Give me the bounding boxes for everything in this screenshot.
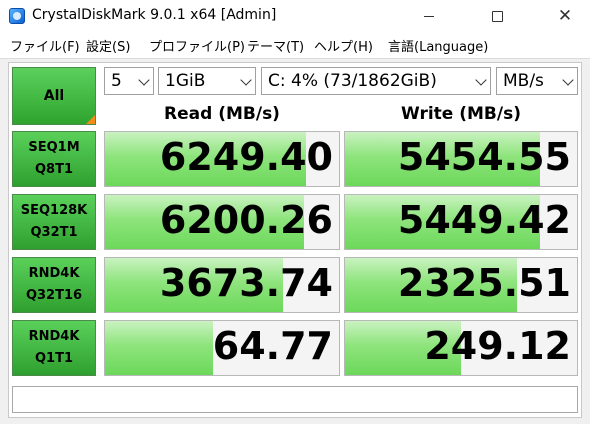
- read-result-cell: 64.77: [104, 320, 340, 376]
- read-value: 64.77: [212, 324, 333, 368]
- minimize-button[interactable]: [406, 0, 452, 32]
- read-value: 6200.26: [159, 198, 333, 242]
- chevron-down-icon: [475, 74, 487, 86]
- menu-help[interactable]: ヘルプ(H): [314, 36, 373, 55]
- menu-language[interactable]: 言語(Language): [388, 36, 488, 55]
- write-value: 249.12: [424, 324, 571, 368]
- test-size-value: 1GiB: [165, 71, 206, 91]
- drive-value: C: 4% (73/1862GiB): [268, 71, 437, 91]
- test-queue: Q32T16: [25, 288, 83, 303]
- comment-input[interactable]: [12, 386, 578, 413]
- menu-settings[interactable]: 設定(S): [86, 36, 130, 55]
- read-result-cell: 6200.26: [104, 194, 340, 250]
- menu-profile[interactable]: プロファイル(P): [149, 36, 245, 55]
- test-name: SEQ128K: [20, 203, 88, 218]
- test-count-value: 5: [111, 71, 122, 91]
- test-size-select[interactable]: 1GiB: [158, 67, 256, 95]
- corner-marker: [86, 115, 95, 124]
- read-value: 3673.74: [159, 261, 333, 305]
- write-value: 2325.51: [397, 261, 571, 305]
- test-name: SEQ1M: [28, 140, 80, 155]
- all-button[interactable]: All: [12, 67, 96, 125]
- read-value: 6249.40: [159, 135, 333, 179]
- test-button-seq1m-q8t1[interactable]: SEQ1M Q8T1: [12, 131, 96, 187]
- app-icon: [9, 8, 25, 24]
- unit-select[interactable]: MB/s: [496, 67, 578, 95]
- write-result-cell: 2325.51: [344, 257, 578, 313]
- write-value: 5454.55: [397, 135, 571, 179]
- read-result-cell: 3673.74: [104, 257, 340, 313]
- close-button[interactable]: ✕: [542, 0, 588, 32]
- maximize-button[interactable]: [474, 0, 520, 32]
- write-value: 5449.42: [397, 198, 571, 242]
- write-result-cell: 5449.42: [344, 194, 578, 250]
- write-result-cell: 249.12: [344, 320, 578, 376]
- read-result-cell: 6249.40: [104, 131, 340, 187]
- all-button-label: All: [43, 88, 65, 104]
- test-button-rnd4k-q32t16[interactable]: RND4K Q32T16: [12, 257, 96, 313]
- read-header: Read (MB/s): [164, 104, 280, 124]
- test-button-seq128k-q32t1[interactable]: SEQ128K Q32T1: [12, 194, 96, 250]
- menu-theme[interactable]: テーマ(T): [247, 36, 304, 55]
- test-button-rnd4k-q1t1[interactable]: RND4K Q1T1: [12, 320, 96, 376]
- test-name: RND4K: [28, 266, 80, 281]
- test-queue: Q32T1: [30, 225, 78, 240]
- write-result-cell: 5454.55: [344, 131, 578, 187]
- chevron-down-icon: [240, 74, 252, 86]
- chevron-down-icon: [138, 74, 150, 86]
- write-header: Write (MB/s): [401, 104, 521, 124]
- unit-value: MB/s: [503, 71, 544, 91]
- test-queue: Q8T1: [34, 162, 73, 177]
- drive-select[interactable]: C: 4% (73/1862GiB): [261, 67, 491, 95]
- test-queue: Q1T1: [34, 351, 73, 366]
- test-name: RND4K: [28, 329, 80, 344]
- test-count-select[interactable]: 5: [104, 67, 154, 95]
- menu-file[interactable]: ファイル(F): [10, 36, 80, 55]
- menu-bar: ファイル(F) 設定(S) プロファイル(P) テーマ(T) ヘルプ(H) 言語…: [0, 32, 590, 59]
- read-bar: [105, 321, 213, 375]
- chevron-down-icon: [562, 74, 574, 86]
- title-bar: CrystalDiskMark 9.0.1 x64 [Admin] ✕: [0, 0, 590, 32]
- window-title: CrystalDiskMark 9.0.1 x64 [Admin]: [32, 7, 277, 23]
